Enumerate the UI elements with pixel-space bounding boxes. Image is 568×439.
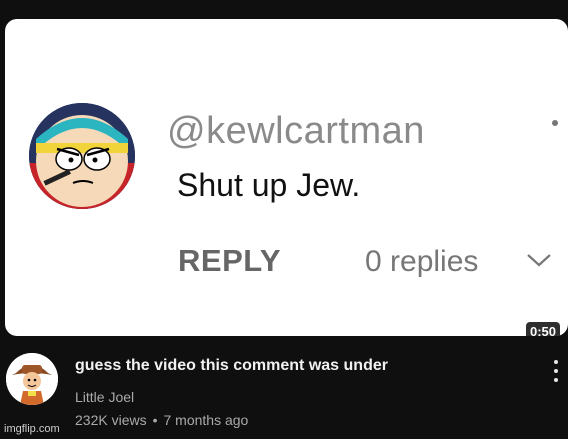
comment-text: Shut up Jew. (177, 167, 361, 203)
comment-username[interactable]: @kewlcartman (167, 110, 425, 153)
cowboy-avatar-icon[interactable] (6, 353, 58, 405)
view-count: 232K views (75, 412, 147, 428)
video-duration-badge: 0:50 (526, 322, 561, 336)
vertical-ellipsis-icon[interactable] (548, 357, 564, 387)
reply-button[interactable]: REPLY (178, 243, 281, 279)
video-meta: 232K views • 7 months ago (75, 412, 248, 428)
video-thumbnail[interactable]: @kewlcartman Shut up Jew. REPLY 0 replie… (5, 19, 568, 336)
meta-separator: • (152, 412, 158, 428)
dot-icon[interactable] (552, 120, 558, 126)
imgflip-watermark: imgflip.com (4, 423, 60, 435)
cartman-avatar-icon (29, 103, 135, 209)
replies-count[interactable]: 0 replies (365, 245, 478, 279)
channel-name[interactable]: Little Joel (75, 389, 134, 405)
video-title[interactable]: guess the video this comment was under (75, 357, 388, 375)
chevron-down-icon[interactable] (525, 251, 553, 269)
upload-age: 7 months ago (163, 412, 249, 428)
